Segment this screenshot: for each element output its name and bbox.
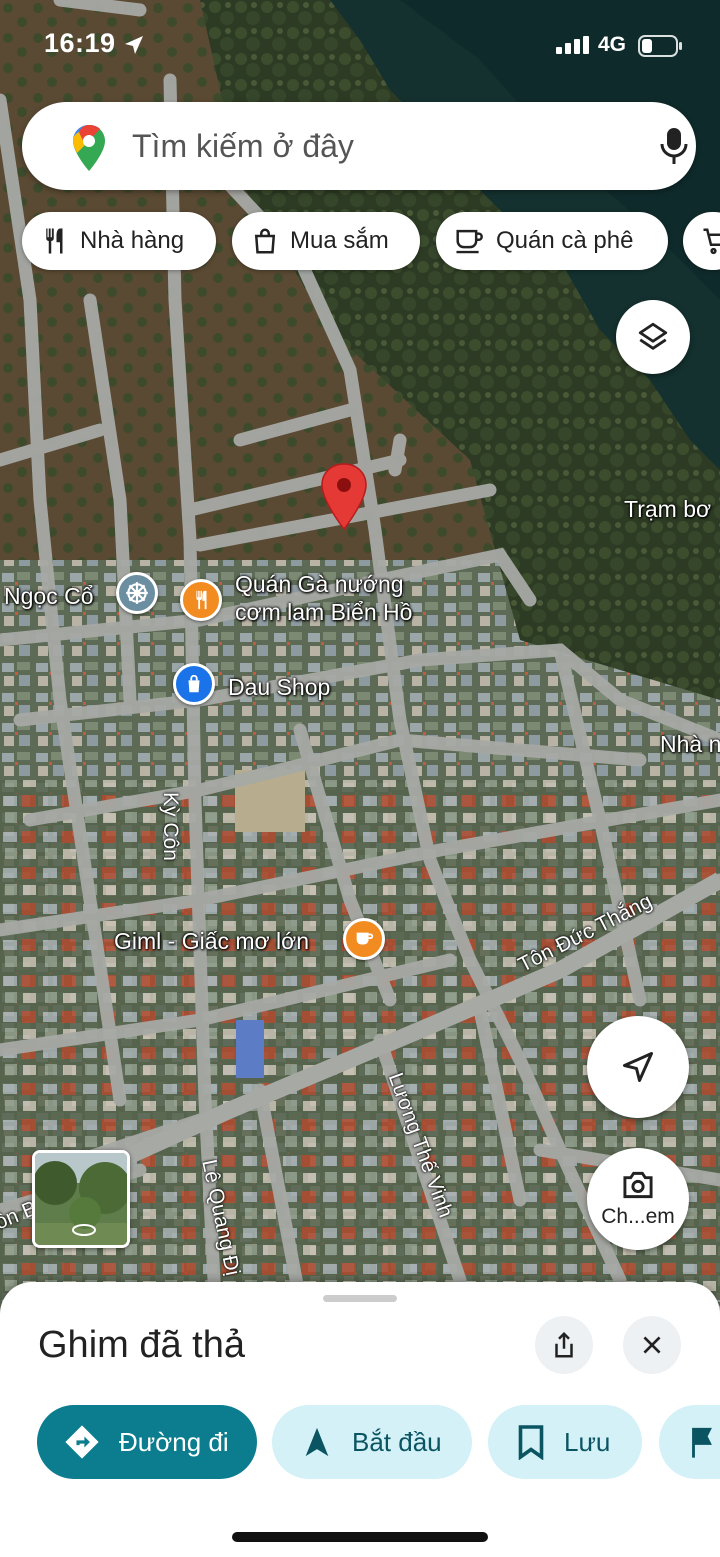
save-button[interactable]: Lưu xyxy=(488,1405,642,1479)
place-label-nha[interactable]: Nhà n xyxy=(660,731,720,759)
dropped-pin-icon[interactable] xyxy=(319,462,369,532)
place-label-giml[interactable]: Giml - Giấc mơ lớn xyxy=(114,928,309,956)
coffee-icon xyxy=(454,226,486,256)
navigation-arrow-icon xyxy=(623,1052,653,1082)
google-maps-logo-icon xyxy=(73,125,105,171)
place-label-tram-bom[interactable]: Trạm bơ xyxy=(624,496,711,524)
network-type: 4G xyxy=(598,33,627,56)
battery-icon xyxy=(638,35,682,57)
navigation-start-icon xyxy=(300,1424,334,1460)
chip-cafes-label: Quán cà phê xyxy=(496,227,634,254)
chip-restaurants-label: Nhà hàng xyxy=(80,227,185,254)
place-label-quan-ga-line2: cơm lam Biển Hồ xyxy=(235,598,413,625)
search-bar[interactable] xyxy=(22,102,696,190)
close-icon xyxy=(643,1336,661,1354)
camera-icon xyxy=(623,1171,653,1199)
place-bottom-sheet[interactable]: Ghim đã thả Đường đi Bắt đầu Lưu xyxy=(0,1282,720,1557)
restaurant-poi-icon[interactable] xyxy=(180,579,222,621)
start-label: Bắt đầu xyxy=(352,1426,442,1457)
chip-shopping[interactable]: Mua sắm xyxy=(232,212,420,270)
directions-button[interactable]: Đường đi xyxy=(37,1405,257,1479)
camera-search-button[interactable]: Ch...em xyxy=(587,1148,689,1250)
restaurant-icon xyxy=(40,226,70,256)
place-label-ngoc-co[interactable]: Ngọc Cổ xyxy=(4,583,93,611)
landmark-poi-icon[interactable] xyxy=(116,572,158,614)
close-button[interactable] xyxy=(623,1316,681,1374)
chip-restaurants[interactable]: Nhà hàng xyxy=(22,212,216,270)
place-label-quan-ga[interactable]: Quán Gà nướng cơm lam Biển Hồ xyxy=(235,571,412,626)
chip-shopping-label: Mua sắm xyxy=(290,227,389,254)
layers-icon xyxy=(638,322,668,350)
road-label-ky-con: Kỳ Côn xyxy=(159,792,182,861)
status-time: 16:19 xyxy=(44,28,116,58)
directions-icon xyxy=(63,1423,101,1461)
shopping-bag-icon xyxy=(250,226,280,256)
cafe-poi-icon[interactable] xyxy=(343,918,385,960)
more-action-button[interactable] xyxy=(659,1405,720,1479)
place-label-dau-shop[interactable]: Dau Shop xyxy=(228,674,330,702)
location-arrow-icon xyxy=(125,36,143,54)
rotate-360-icon xyxy=(72,1224,96,1236)
search-input[interactable] xyxy=(132,122,632,170)
status-bar: 16:19 4G xyxy=(0,0,720,90)
cart-icon xyxy=(701,226,720,256)
sheet-title: Ghim đã thả xyxy=(38,1324,245,1366)
place-label-quan-ga-line1: Quán Gà nướng xyxy=(235,571,404,597)
start-navigation-button[interactable]: Bắt đầu xyxy=(272,1405,472,1479)
signal-strength-icon xyxy=(556,36,589,54)
chip-cafes[interactable]: Quán cà phê xyxy=(436,212,668,270)
street-view-thumbnail[interactable] xyxy=(32,1150,130,1248)
flag-icon xyxy=(687,1425,717,1459)
bookmark-icon xyxy=(516,1424,546,1460)
save-label: Lưu xyxy=(564,1426,611,1457)
directions-label: Đường đi xyxy=(119,1426,229,1457)
microphone-icon[interactable] xyxy=(659,126,689,166)
share-button[interactable] xyxy=(535,1316,593,1374)
shopping-poi-icon[interactable] xyxy=(173,663,215,705)
home-indicator xyxy=(232,1532,488,1542)
my-location-button[interactable] xyxy=(587,1016,689,1118)
share-icon xyxy=(555,1331,573,1358)
sheet-drag-handle[interactable] xyxy=(323,1295,397,1302)
camera-search-label: Ch...em xyxy=(601,1205,675,1228)
layers-button[interactable] xyxy=(616,300,690,374)
